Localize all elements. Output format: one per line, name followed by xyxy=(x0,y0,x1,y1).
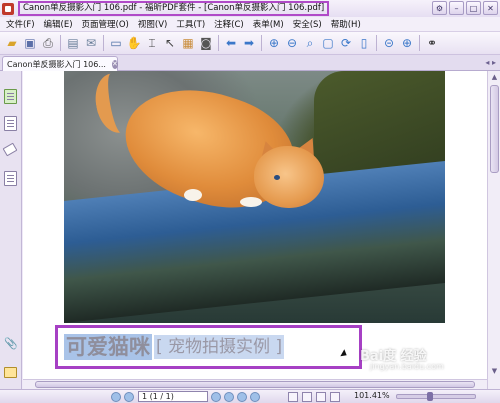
select-icon[interactable]: ↖ xyxy=(161,34,179,52)
title-bar: Canon单反摄影入门 106.pdf - 福昕PDF套件 - [Canon单反… xyxy=(0,0,500,17)
zoom-out-circle-icon[interactable]: ⊝ xyxy=(380,34,398,52)
document-tab-label: Canon单反摄影入门 106... xyxy=(7,59,106,69)
menu-bar: 文件(F) 编辑(E) 页面管理(O) 视图(V) 工具(T) 注释(C) 表单… xyxy=(0,17,500,31)
watermark-url: jingyan.baidu.com xyxy=(370,362,444,371)
horizontal-scrollbar[interactable] xyxy=(23,379,487,389)
continuous-facing-view-icon[interactable] xyxy=(330,392,340,402)
menu-tools[interactable]: 工具(T) xyxy=(176,18,205,30)
document-view[interactable]: 可爱猫咪 [ 宠物拍摄实例 ] xyxy=(23,71,487,389)
toolbar: ▰ ▣ ⎙ ▤ ✉ ▭ ✋ ⌶ ↖ ▦ ◙ ⬅ ➡ ⊕ ⊖ ⌕ ▢ ⟳ ▯ ⊝ … xyxy=(0,31,500,55)
menu-view[interactable]: 视图(V) xyxy=(138,18,167,30)
tag-panel-icon[interactable] xyxy=(2,142,18,157)
zoom-in-icon[interactable]: ⊕ xyxy=(265,34,283,52)
snapshot-icon[interactable]: ▦ xyxy=(179,34,197,52)
kitten-paw xyxy=(184,189,202,201)
document-tab-bar: Canon单反摄影入门 106... ✕ ◂ ▸ xyxy=(0,55,500,71)
close-tab-icon[interactable]: ✕ xyxy=(111,59,118,69)
toolbar-separator xyxy=(261,35,262,51)
caption-title: 可爱猫咪 xyxy=(64,334,152,360)
rotate-icon[interactable]: ⟳ xyxy=(337,34,355,52)
close-button[interactable]: ✕ xyxy=(483,1,498,15)
zoom-slider[interactable] xyxy=(396,392,476,401)
open-icon[interactable]: ▰ xyxy=(3,34,21,52)
save-icon[interactable]: ▣ xyxy=(21,34,39,52)
zoom-in-circle-icon[interactable]: ⊕ xyxy=(398,34,416,52)
settings-icon[interactable]: ⚙ xyxy=(432,1,447,15)
bookmarks-panel-icon[interactable] xyxy=(4,116,17,131)
attachments-panel-icon[interactable]: 📎 xyxy=(4,337,18,352)
scroll-up-icon[interactable]: ▲ xyxy=(490,73,499,82)
app-icon xyxy=(2,2,14,15)
toolbar-separator xyxy=(60,35,61,51)
go-back-icon[interactable] xyxy=(237,391,247,402)
left-sidebar: 📎 xyxy=(0,71,22,389)
forward-icon[interactable]: ➡ xyxy=(240,34,258,52)
zoom-select-icon[interactable]: ⌕ xyxy=(301,34,319,52)
menu-file[interactable]: 文件(F) xyxy=(6,18,35,30)
window-title: Canon单反摄影入门 106.pdf - 福昕PDF套件 - [Canon单反… xyxy=(18,1,330,16)
select-text-icon[interactable]: ⌶ xyxy=(143,34,161,52)
scan-icon[interactable]: ▤ xyxy=(64,34,82,52)
kitten-eye xyxy=(274,175,280,180)
kitten-paw xyxy=(240,197,262,207)
vertical-scrollbar[interactable]: ▲ ▼ xyxy=(487,71,500,389)
toolbar-separator xyxy=(376,35,377,51)
menu-edit[interactable]: 编辑(E) xyxy=(44,18,73,30)
print-icon[interactable]: ⎙ xyxy=(39,34,57,52)
fit-width-icon[interactable]: ▯ xyxy=(355,34,373,52)
toolbar-separator xyxy=(103,35,104,51)
window-controls: ⚙ – □ ✕ xyxy=(432,1,498,15)
camera-icon[interactable]: ◙ xyxy=(197,34,215,52)
continuous-view-icon[interactable] xyxy=(302,392,312,402)
toolbar-separator xyxy=(419,35,420,51)
hand-icon[interactable]: ✋ xyxy=(125,34,143,52)
zoom-level[interactable]: 101.41% xyxy=(354,391,390,400)
menu-comments[interactable]: 注释(C) xyxy=(214,18,244,30)
caption-subtitle: [ 宠物拍摄实例 ] xyxy=(154,335,285,359)
highlighted-caption[interactable]: 可爱猫咪 [ 宠物拍摄实例 ] xyxy=(55,325,362,369)
document-tab[interactable]: Canon单反摄影入门 106... ✕ xyxy=(2,56,118,71)
kitten-head xyxy=(254,146,324,208)
horizontal-scroll-thumb[interactable] xyxy=(35,381,475,388)
edit-panel-icon[interactable] xyxy=(4,171,17,186)
vertical-scroll-thumb[interactable] xyxy=(490,85,499,173)
binoculars-icon[interactable]: ⚭ xyxy=(423,34,441,52)
mouse-cursor xyxy=(340,349,349,359)
monitor-icon[interactable]: ▭ xyxy=(107,34,125,52)
fit-page-icon[interactable]: ▢ xyxy=(319,34,337,52)
maximize-button[interactable]: □ xyxy=(466,1,481,15)
scroll-down-icon[interactable]: ▼ xyxy=(490,367,499,376)
comments-panel-icon[interactable] xyxy=(4,367,17,378)
email-icon[interactable]: ✉ xyxy=(82,34,100,52)
next-page-icon[interactable] xyxy=(211,391,221,402)
menu-page-management[interactable]: 页面管理(O) xyxy=(82,18,129,30)
status-bar: 1 (1 / 1) 101.41% xyxy=(0,389,500,403)
menu-forms[interactable]: 表单(M) xyxy=(253,18,284,30)
tab-scroll-arrows[interactable]: ◂ ▸ xyxy=(485,58,496,67)
minimize-button[interactable]: – xyxy=(449,1,464,15)
single-page-view-icon[interactable] xyxy=(288,392,298,402)
zoom-slider-knob[interactable] xyxy=(427,392,433,401)
facing-view-icon[interactable] xyxy=(316,392,326,402)
menu-security[interactable]: 安全(S) xyxy=(293,18,322,30)
go-forward-icon[interactable] xyxy=(250,391,260,402)
zoom-out-icon[interactable]: ⊖ xyxy=(283,34,301,52)
last-page-icon[interactable] xyxy=(224,391,234,402)
kitten-photo xyxy=(64,71,445,323)
prev-page-icon[interactable] xyxy=(124,391,134,402)
menu-help[interactable]: 帮助(H) xyxy=(331,18,361,30)
page-number-field[interactable]: 1 (1 / 1) xyxy=(138,391,208,402)
back-icon[interactable]: ⬅ xyxy=(222,34,240,52)
first-page-icon[interactable] xyxy=(111,391,121,402)
pages-panel-icon[interactable] xyxy=(4,89,17,104)
toolbar-separator xyxy=(218,35,219,51)
